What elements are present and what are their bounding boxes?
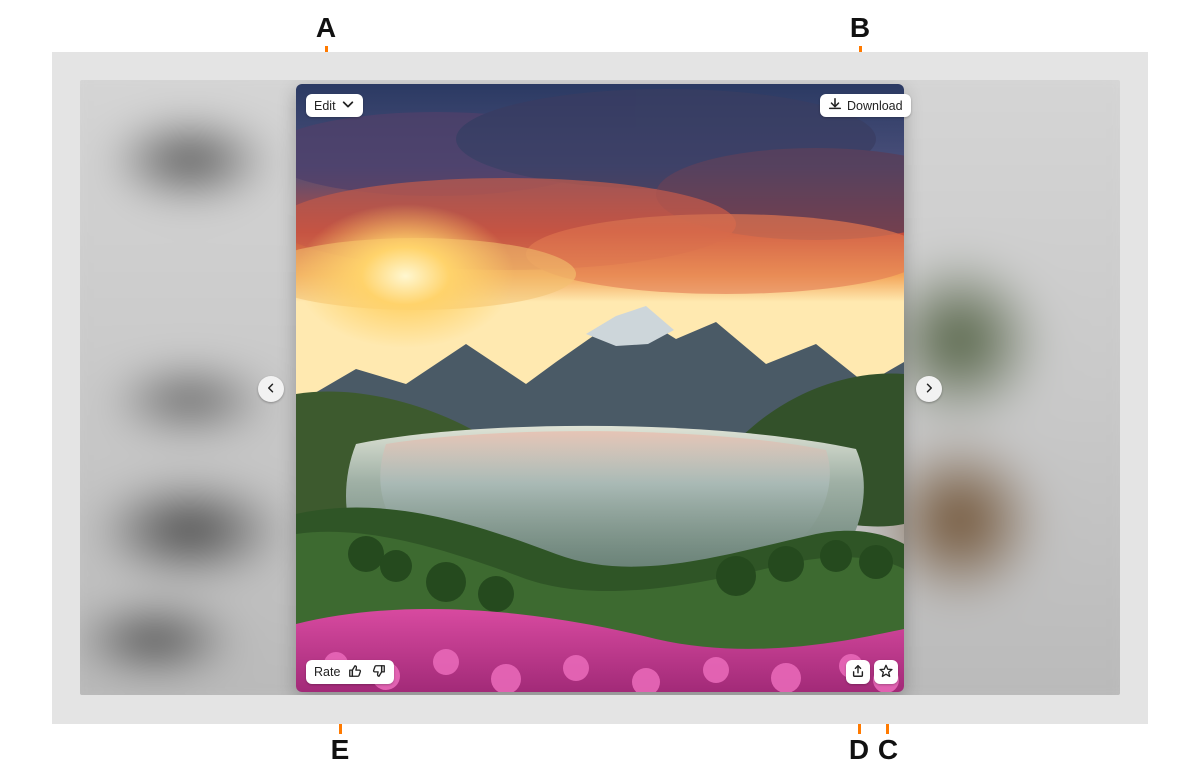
annotation-label-d: D — [847, 734, 871, 766]
prev-button[interactable] — [258, 376, 284, 402]
download-icon — [828, 97, 842, 114]
rate-chip: Rate — [306, 660, 394, 684]
image-viewer: Edit Download Rate — [80, 80, 1120, 695]
thumbs-down-button[interactable] — [370, 663, 388, 681]
favorite-button[interactable] — [874, 660, 898, 684]
annotation-label-b: B — [848, 12, 872, 44]
main-image — [296, 84, 904, 692]
annotation-label-c: C — [876, 734, 900, 766]
next-button[interactable] — [916, 376, 942, 402]
download-button[interactable]: Download — [820, 94, 911, 117]
thumbs-up-button[interactable] — [346, 663, 364, 681]
chevron-left-icon — [265, 382, 277, 397]
thumbs-down-icon — [372, 664, 386, 681]
star-icon — [879, 664, 893, 681]
annotation-label-a: A — [314, 12, 338, 44]
thumbs-up-icon — [348, 664, 362, 681]
share-button[interactable] — [846, 660, 870, 684]
edit-button-label: Edit — [314, 99, 336, 113]
annotation-label-e: E — [328, 734, 352, 766]
share-icon — [851, 664, 865, 681]
chevron-right-icon — [923, 382, 935, 397]
download-button-label: Download — [847, 99, 903, 113]
edit-button[interactable]: Edit — [306, 94, 363, 117]
chevron-down-icon — [341, 97, 355, 114]
rate-label: Rate — [314, 665, 340, 679]
